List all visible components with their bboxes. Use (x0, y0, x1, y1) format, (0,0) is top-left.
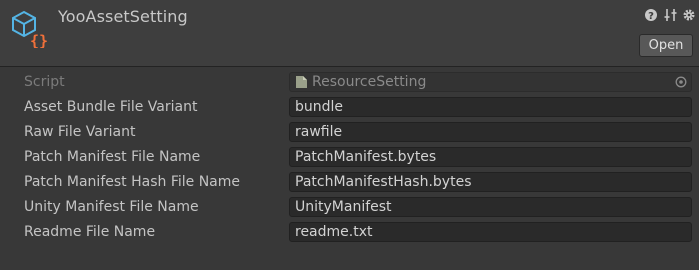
property-label: Asset Bundle File Variant (24, 99, 198, 115)
open-button[interactable]: Open (639, 34, 693, 57)
property-row-asset-bundle-file-variant: Asset Bundle File Variant bundle (0, 96, 699, 118)
property-row-script: Script ResourceSetting (0, 71, 699, 93)
help-icon[interactable]: ? (644, 8, 658, 22)
script-object-field[interactable]: ResourceSetting (289, 72, 692, 92)
property-row-unity-manifest-file-name: Unity Manifest File Name UnityManifest (0, 196, 699, 218)
svg-text:{}: {} (30, 32, 48, 48)
raw-file-variant-input[interactable]: rawfile (289, 122, 692, 142)
asset-bundle-file-variant-input[interactable]: bundle (289, 97, 692, 117)
property-label: Patch Manifest File Name (24, 149, 201, 165)
scriptable-object-icon: {} (12, 10, 48, 48)
inspector-title: YooAssetSetting (58, 7, 188, 26)
patch-manifest-hash-file-name-input[interactable]: PatchManifestHash.bytes (289, 172, 692, 192)
header-divider (0, 66, 699, 67)
script-object-value: ResourceSetting (312, 74, 427, 90)
property-label: Patch Manifest Hash File Name (24, 174, 241, 190)
settings-icon[interactable] (682, 8, 696, 22)
object-picker-icon[interactable] (675, 76, 687, 88)
property-row-patch-manifest-file-name: Patch Manifest File Name PatchManifest.b… (0, 146, 699, 168)
readme-file-name-input[interactable]: readme.txt (289, 222, 692, 242)
inspector-header: {} YooAssetSetting ? Open (0, 0, 699, 66)
property-label: Script (24, 74, 65, 90)
property-row-readme-file-name: Readme File Name readme.txt (0, 221, 699, 243)
svg-text:?: ? (648, 11, 654, 22)
unity-manifest-file-name-input[interactable]: UnityManifest (289, 197, 692, 217)
property-label: Raw File Variant (24, 124, 136, 140)
patch-manifest-file-name-input[interactable]: PatchManifest.bytes (289, 147, 692, 167)
property-row-patch-manifest-hash-file-name: Patch Manifest Hash File Name PatchManif… (0, 171, 699, 193)
property-label: Unity Manifest File Name (24, 199, 199, 215)
preset-icon[interactable] (664, 8, 678, 22)
script-file-icon (296, 76, 307, 88)
property-label: Readme File Name (24, 224, 156, 240)
property-row-raw-file-variant: Raw File Variant rawfile (0, 121, 699, 143)
